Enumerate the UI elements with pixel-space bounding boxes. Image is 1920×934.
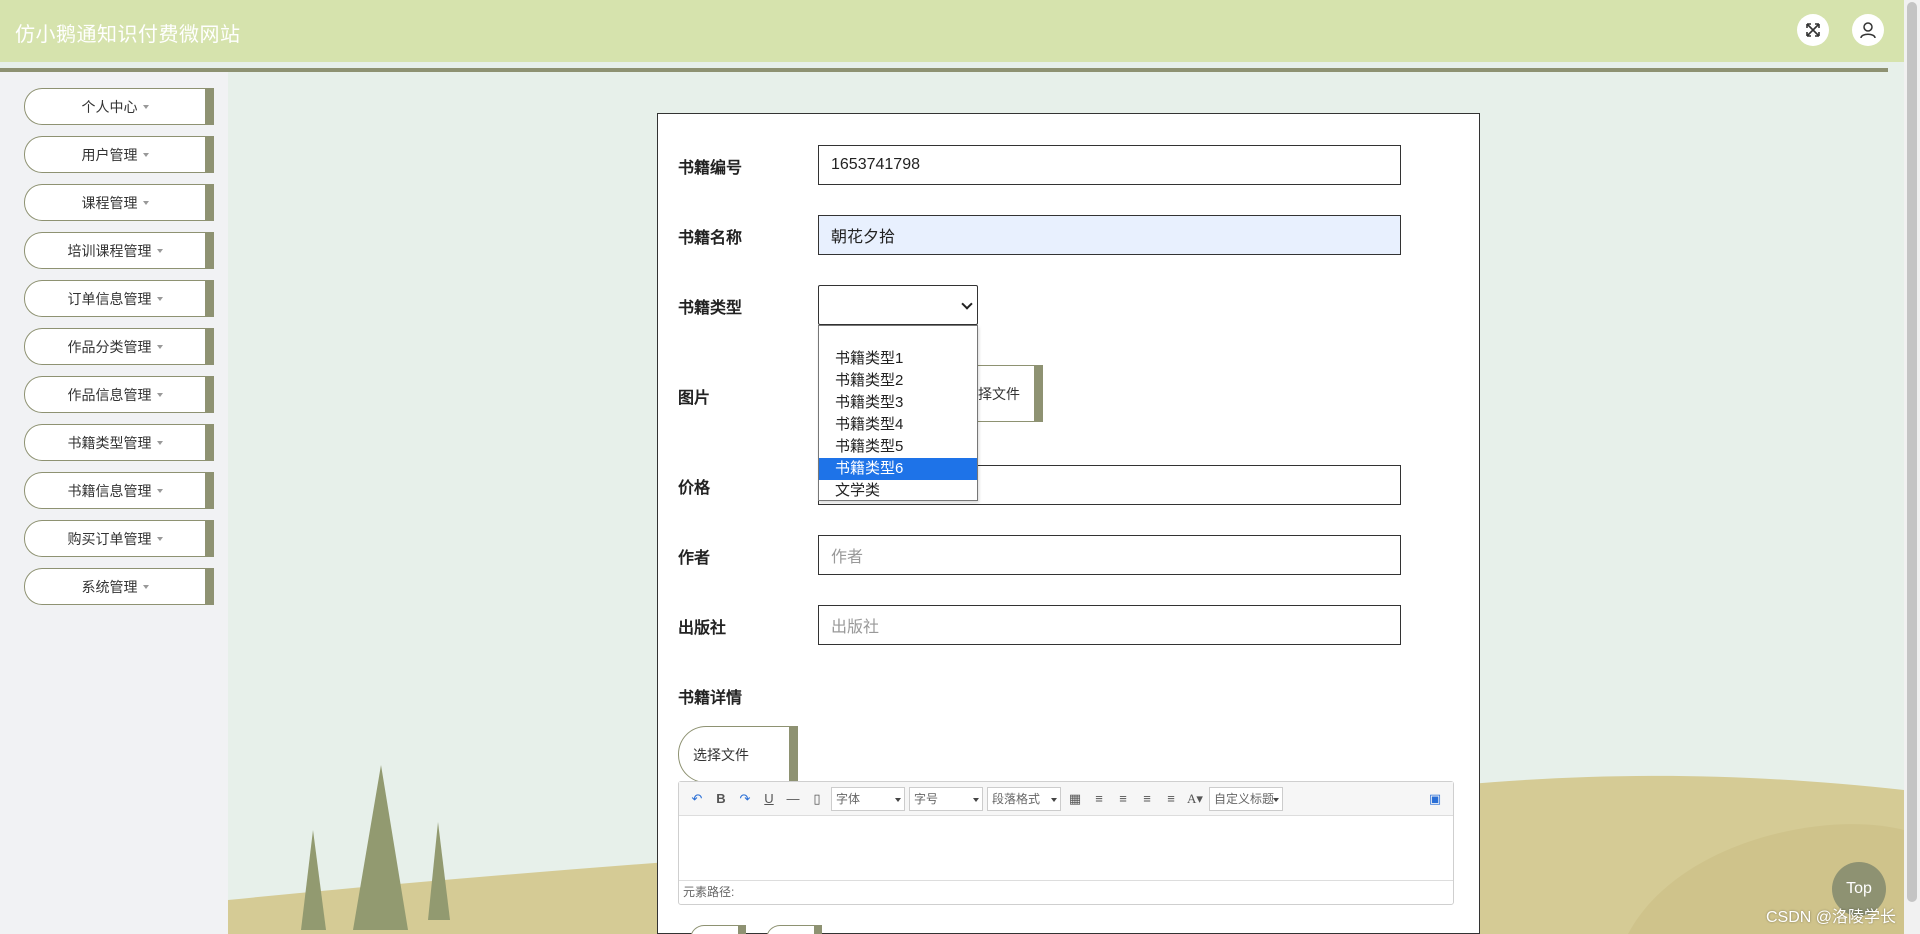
csdn-watermark: CSDN @洛陵学长 (1766, 909, 1897, 926)
sidebar-item-label: 订单信息管理 (67, 290, 152, 307)
rich-text-editor[interactable]: ↶ B ↷ U — ▯ 字体 字号 段落格式 ▦ ≡ ≡ ≡ ≡ A▾ 自定义标… (678, 781, 1454, 905)
caret-down-icon (156, 248, 163, 253)
font-size-combo[interactable]: 字号 (909, 786, 983, 811)
caret-down-icon (156, 440, 163, 445)
caret-down-icon (156, 536, 163, 541)
editor-toolbar: ↶ B ↷ U — ▯ 字体 字号 段落格式 ▦ ≡ ≡ ≡ ≡ A▾ 自定义标… (679, 782, 1453, 816)
book-type-select[interactable] (818, 285, 978, 325)
submit-button[interactable] (690, 925, 746, 934)
caret-down-icon (142, 584, 149, 589)
editor-content-area[interactable] (679, 816, 1453, 880)
dropdown-option-highlighted[interactable]: 书籍类型6 (819, 458, 977, 480)
details-upload-button[interactable]: 选择文件 (678, 726, 798, 783)
sidebar-item-training-courses[interactable]: 培训课程管理 (24, 232, 214, 269)
sidebar-item-label: 系统管理 (81, 578, 138, 595)
sidebar-item-label: 书籍信息管理 (67, 482, 152, 499)
dropdown-option[interactable]: 书籍类型4 (819, 414, 977, 436)
font-color-icon[interactable]: A▾ (1183, 791, 1207, 807)
sidebar-item-purchase-orders[interactable]: 购买订单管理 (24, 520, 214, 557)
caret-down-icon (156, 296, 163, 301)
book-type-dropdown[interactable]: 书籍类型1 书籍类型2 书籍类型3 书籍类型4 书籍类型5 书籍类型6 文学类 (818, 325, 978, 501)
user-icon (1860, 22, 1876, 39)
sidebar-item-system[interactable]: 系统管理 (24, 568, 214, 605)
blank-page-icon[interactable]: ▯ (805, 791, 829, 807)
sidebar-item-label: 购买订单管理 (67, 530, 152, 547)
sidebar-item-work-categories[interactable]: 作品分类管理 (24, 328, 214, 365)
cancel-button[interactable] (766, 925, 822, 934)
undo-icon[interactable]: ↶ (685, 791, 709, 807)
sidebar-item-personal-center[interactable]: 个人中心 (24, 88, 214, 125)
details-label: 书籍详情 (678, 690, 743, 707)
redo-icon[interactable]: ↷ (733, 791, 757, 807)
dropdown-option[interactable]: 书籍类型5 (819, 436, 977, 458)
custom-heading-combo[interactable]: 自定义标题 (1209, 786, 1283, 811)
align-justify-icon[interactable]: ≡ (1159, 791, 1183, 806)
paragraph-format-combo[interactable]: 段落格式 (987, 786, 1061, 811)
sidebar-item-label: 课程管理 (81, 194, 138, 211)
book-name-input[interactable]: 朝花夕拾 (818, 215, 1401, 255)
dropdown-option[interactable]: 书籍类型3 (819, 392, 977, 414)
sidebar-item-courses[interactable]: 课程管理 (24, 184, 214, 221)
preview-icon[interactable]: ▣ (1423, 791, 1447, 807)
header-divider (0, 68, 1888, 72)
sidebar-item-users[interactable]: 用户管理 (24, 136, 214, 173)
site-title: 仿小鹅通知识付费微网站 (15, 24, 241, 46)
dropdown-option[interactable]: 书籍类型1 (819, 348, 977, 370)
dropdown-option[interactable]: 文学类 (819, 480, 977, 502)
align-right-icon[interactable]: ≡ (1111, 791, 1135, 806)
author-input[interactable]: 作者 (818, 535, 1401, 575)
publisher-input[interactable]: 出版社 (818, 605, 1401, 645)
expand-icon (1806, 23, 1820, 37)
caret-down-icon (156, 344, 163, 349)
sidebar-item-label: 用户管理 (81, 146, 138, 163)
book-name-label: 书籍名称 (678, 230, 743, 247)
font-family-combo[interactable]: 字体 (831, 786, 905, 811)
page-scrollbar[interactable] (1904, 0, 1920, 934)
book-type-label: 书籍类型 (678, 300, 743, 317)
book-number-label: 书籍编号 (678, 160, 743, 177)
book-form: 书籍编号 1653741798 书籍名称 朝花夕拾 书籍类型 图片 选择文件 书… (657, 113, 1480, 934)
sidebar-item-label: 作品分类管理 (67, 338, 152, 355)
sidebar-item-label: 作品信息管理 (67, 386, 152, 403)
chevron-down-icon (961, 298, 973, 310)
sidebar: 个人中心 用户管理 课程管理 培训课程管理 订单信息管理 作品分类管理 作品信息… (0, 72, 228, 934)
author-label: 作者 (678, 550, 711, 567)
sidebar-item-label: 书籍类型管理 (67, 434, 152, 451)
caret-down-icon (156, 392, 163, 397)
underline-icon[interactable]: U (757, 791, 781, 806)
sidebar-item-label: 个人中心 (81, 98, 138, 115)
align-left-icon[interactable]: ≡ (1087, 791, 1111, 806)
caret-down-icon (142, 200, 149, 205)
sidebar-item-books[interactable]: 书籍信息管理 (24, 472, 214, 509)
caret-down-icon (156, 488, 163, 493)
sidebar-item-label: 培训课程管理 (67, 242, 152, 259)
book-number-input[interactable]: 1653741798 (818, 145, 1401, 185)
scrollbar-thumb[interactable] (1907, 2, 1917, 902)
image-label: 图片 (678, 390, 711, 407)
sidebar-item-book-types[interactable]: 书籍类型管理 (24, 424, 214, 461)
bold-icon[interactable]: B (709, 791, 733, 806)
dropdown-option[interactable]: 书籍类型2 (819, 370, 977, 392)
fullscreen-button[interactable] (1797, 14, 1829, 46)
caret-down-icon (142, 152, 149, 157)
publisher-label: 出版社 (678, 620, 727, 637)
details-upload-label: 选择文件 (693, 746, 749, 763)
price-label: 价格 (678, 480, 711, 497)
align-center-icon[interactable]: ≡ (1135, 791, 1159, 806)
editor-element-path: 元素路径: (679, 880, 1453, 904)
table-icon[interactable]: ▦ (1063, 791, 1087, 807)
top-header: 仿小鹅通知识付费微网站 (0, 0, 1920, 62)
sidebar-item-orders[interactable]: 订单信息管理 (24, 280, 214, 317)
horizontal-rule-icon[interactable]: — (781, 791, 805, 806)
user-button[interactable] (1852, 14, 1884, 46)
sidebar-item-works[interactable]: 作品信息管理 (24, 376, 214, 413)
caret-down-icon (142, 104, 149, 109)
